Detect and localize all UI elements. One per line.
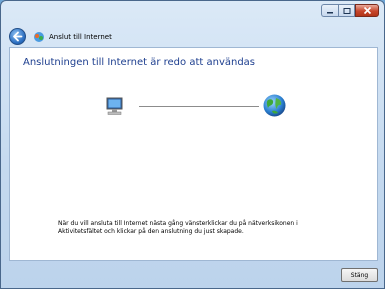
back-button[interactable] bbox=[9, 28, 26, 45]
minimize-button[interactable] bbox=[321, 4, 338, 17]
globe-icon bbox=[263, 94, 286, 117]
close-button[interactable]: Stäng bbox=[341, 268, 378, 282]
title-bar: Anslut till Internet bbox=[1, 1, 384, 45]
maximize-button[interactable] bbox=[338, 4, 355, 17]
connection-line bbox=[139, 106, 259, 107]
close-window-button[interactable] bbox=[355, 4, 379, 17]
computer-icon bbox=[106, 97, 123, 115]
page-heading: Anslutningen till Internet är redo att a… bbox=[23, 57, 256, 68]
window-controls bbox=[321, 4, 379, 17]
wizard-window: Anslut till Internet Anslutningen till I… bbox=[0, 0, 385, 289]
footer: Stäng bbox=[9, 261, 378, 288]
minimize-icon bbox=[327, 11, 333, 13]
maximize-icon bbox=[343, 7, 350, 14]
window-title: Anslut till Internet bbox=[49, 33, 112, 41]
close-icon bbox=[363, 6, 371, 15]
back-arrow-icon bbox=[13, 31, 23, 42]
content-panel: Anslutningen till Internet är redo att a… bbox=[9, 47, 378, 261]
info-text: När du vill ansluta till Internet nästa … bbox=[58, 220, 298, 235]
network-icon bbox=[34, 32, 44, 42]
